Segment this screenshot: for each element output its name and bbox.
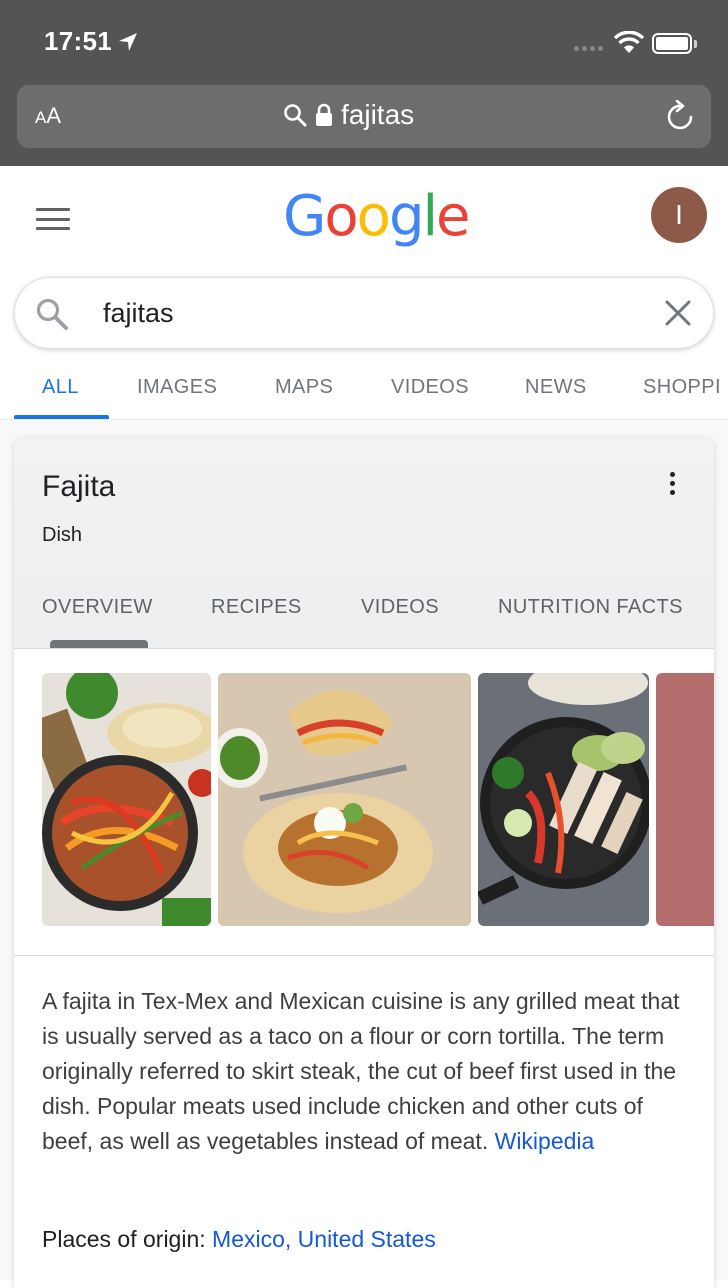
- knowledge-panel: Fajita Dish OVERVIEW RECIPES VIDEOS NUTR…: [14, 438, 714, 1288]
- search-tabs: ALL IMAGES MAPS VIDEOS NEWS SHOPPI: [0, 362, 728, 420]
- url-text: fajitas: [341, 99, 415, 130]
- logo-letter: o: [324, 184, 358, 249]
- status-time: 17:51: [44, 26, 112, 56]
- signal-icon: [574, 46, 603, 51]
- kp-tab-recipes[interactable]: RECIPES: [211, 596, 302, 619]
- knowledge-panel-header: Fajita Dish OVERVIEW RECIPES VIDEOS NUTR…: [14, 438, 714, 648]
- hamburger-menu-icon[interactable]: [36, 208, 70, 230]
- logo-letter: l: [422, 184, 438, 249]
- logo-letter: e: [436, 184, 470, 249]
- address-bar[interactable]: AA fajitas: [17, 85, 711, 148]
- active-tab-indicator: [14, 415, 109, 419]
- tab-shopping[interactable]: SHOPPI: [643, 376, 721, 399]
- search-input[interactable]: fajitas: [103, 298, 174, 329]
- knowledge-panel-title: Fajita: [42, 470, 116, 503]
- url-display[interactable]: fajitas: [283, 99, 414, 131]
- tab-videos[interactable]: VIDEOS: [391, 376, 469, 399]
- kp-tab-nutrition-facts[interactable]: NUTRITION FACTS: [498, 596, 683, 619]
- browser-chrome: 17:51 AA fajitas: [0, 0, 728, 166]
- places-of-origin: Places of origin: Mexico, United States: [42, 1226, 436, 1253]
- lock-icon: [316, 103, 332, 126]
- location-arrow-icon: [119, 33, 137, 51]
- google-logo[interactable]: Google: [283, 184, 471, 249]
- search-box[interactable]: fajitas: [14, 277, 714, 349]
- image-carousel[interactable]: [14, 648, 714, 956]
- logo-letter: G: [283, 184, 326, 249]
- battery-tip: [694, 40, 697, 48]
- more-options-icon[interactable]: [670, 472, 675, 495]
- kp-active-tab-indicator: [50, 640, 148, 648]
- fajitas-skillet-photo[interactable]: [42, 673, 211, 926]
- kp-tab-overview[interactable]: OVERVIEW: [42, 596, 153, 619]
- fajitas-partial-photo[interactable]: [656, 673, 714, 926]
- wikipedia-link[interactable]: Wikipedia: [495, 1128, 595, 1154]
- magnifier-icon: [284, 104, 307, 127]
- origin-links[interactable]: Mexico, United States: [212, 1226, 436, 1252]
- chicken-fajita-skillet-photo[interactable]: [478, 673, 649, 926]
- tab-images[interactable]: IMAGES: [137, 376, 217, 399]
- tab-all[interactable]: ALL: [42, 376, 79, 399]
- tab-maps[interactable]: MAPS: [275, 376, 333, 399]
- account-avatar[interactable]: I: [651, 187, 707, 243]
- logo-letter: g: [388, 184, 425, 249]
- knowledge-panel-description: A fajita in Tex-Mex and Mexican cuisine …: [42, 984, 692, 1159]
- reload-icon[interactable]: [665, 100, 697, 134]
- origin-label: Places of origin:: [42, 1226, 206, 1252]
- fajita-tacos-photo[interactable]: [218, 673, 471, 926]
- tab-news[interactable]: NEWS: [525, 376, 587, 399]
- search-icon[interactable]: [35, 297, 69, 331]
- text-size-button[interactable]: AA: [35, 103, 61, 129]
- logo-letter: o: [356, 184, 391, 249]
- clear-icon[interactable]: [665, 300, 691, 326]
- kp-tab-videos[interactable]: VIDEOS: [361, 596, 439, 619]
- wifi-icon: [613, 31, 645, 53]
- battery-icon: [652, 33, 692, 54]
- knowledge-panel-subtitle: Dish: [42, 524, 83, 546]
